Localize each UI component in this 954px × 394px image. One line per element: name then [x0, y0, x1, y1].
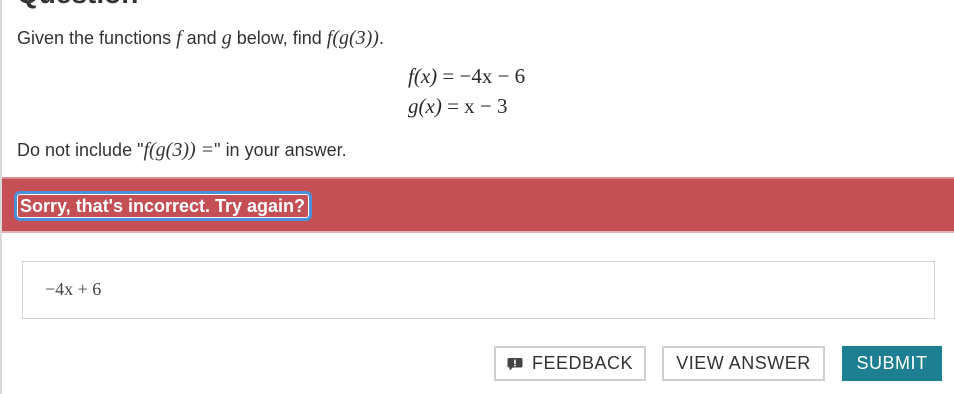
incorrect-message[interactable]: Sorry, that's incorrect. Try again?: [14, 191, 313, 221]
prompt-target: f(g(3)): [326, 27, 379, 49]
equations-block: f(x) = −4x − 6 g(x) = x − 3: [408, 64, 525, 124]
incorrect-banner: Sorry, that's incorrect. Try again?: [2, 177, 954, 233]
prompt-mid: below, find: [231, 28, 327, 48]
equation-g-lhs: g(x): [408, 94, 442, 118]
prompt-g: g: [221, 27, 232, 49]
equation-g: g(x) = x − 3: [408, 94, 525, 124]
feedback-button-label: FEEDBACK: [531, 353, 634, 373]
prompt-lead: Given the functions: [17, 28, 177, 48]
equation-f-rhs: = −4x − 6: [437, 64, 526, 88]
view-answer-button-label: VIEW ANSWER: [676, 353, 811, 373]
prompt-end: .: [378, 28, 384, 48]
prompt-and: and: [181, 28, 222, 48]
question-header: Question: [17, 0, 138, 10]
equation-f: f(x) = −4x − 6: [408, 64, 525, 94]
answer-instruction: Do not include "f(g(3)) =" in your answe…: [17, 139, 347, 162]
submit-button-label: SUBMIT: [856, 353, 928, 373]
note-lead: Do not include ": [17, 140, 144, 160]
answer-input[interactable]: −4x + 6: [22, 261, 935, 319]
feedback-bubble-icon: [507, 357, 523, 370]
feedback-button[interactable]: FEEDBACK: [494, 346, 646, 381]
question-prompt: Given the functions f and g below, find …: [17, 27, 384, 50]
submit-button[interactable]: SUBMIT: [842, 346, 942, 381]
equation-g-rhs: = x − 3: [441, 94, 508, 118]
answer-value: −4x + 6: [45, 279, 102, 299]
note-end: " in your answer.: [214, 140, 347, 160]
note-expr: f(g(3)) =: [143, 139, 215, 161]
equation-f-lhs: f(x): [408, 64, 438, 88]
view-answer-button[interactable]: VIEW ANSWER: [662, 346, 825, 381]
